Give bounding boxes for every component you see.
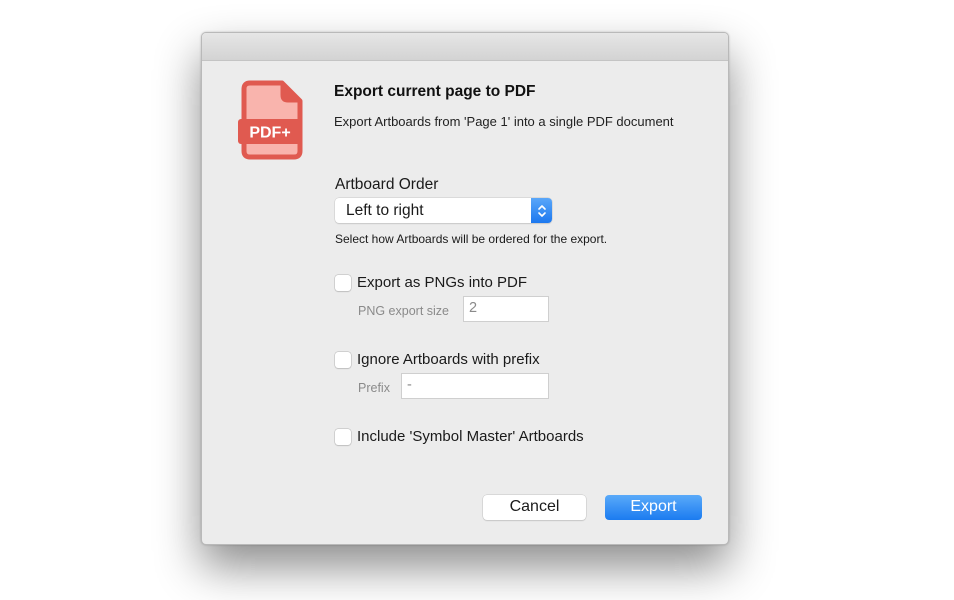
export-pdf-dialog: PDF+ Export current page to PDF Export A…	[201, 32, 729, 545]
symbol-master-label[interactable]: Include 'Symbol Master' Artboards	[357, 428, 584, 445]
png-size-input[interactable]: 2	[463, 296, 549, 322]
ignore-prefix-checkbox[interactable]	[335, 352, 351, 368]
export-pngs-checkbox[interactable]	[335, 275, 351, 291]
artboard-order-help: Select how Artboards will be ordered for…	[335, 232, 608, 246]
export-pngs-label[interactable]: Export as PNGs into PDF	[357, 274, 527, 291]
artboard-order-select[interactable]: Left to right	[335, 198, 552, 223]
pdf-plus-icon: PDF+	[236, 79, 308, 161]
artboard-order-value: Left to right	[346, 202, 424, 219]
png-size-label: PNG export size	[358, 304, 450, 318]
dialog-title: Export current page to PDF	[334, 83, 536, 100]
symbol-master-checkbox[interactable]	[335, 429, 351, 445]
chevron-up-down-icon[interactable]	[531, 198, 552, 223]
prefix-input[interactable]: -	[401, 373, 549, 399]
cancel-button[interactable]: Cancel	[483, 495, 586, 520]
title-bar[interactable]	[202, 33, 728, 61]
export-button[interactable]: Export	[605, 495, 702, 520]
ignore-prefix-label[interactable]: Ignore Artboards with prefix	[357, 351, 540, 368]
prefix-label: Prefix	[358, 381, 390, 395]
icon-badge-text: PDF+	[249, 125, 290, 142]
artboard-order-label: Artboard Order	[335, 176, 439, 193]
dialog-description: Export Artboards from 'Page 1' into a si…	[334, 114, 674, 129]
